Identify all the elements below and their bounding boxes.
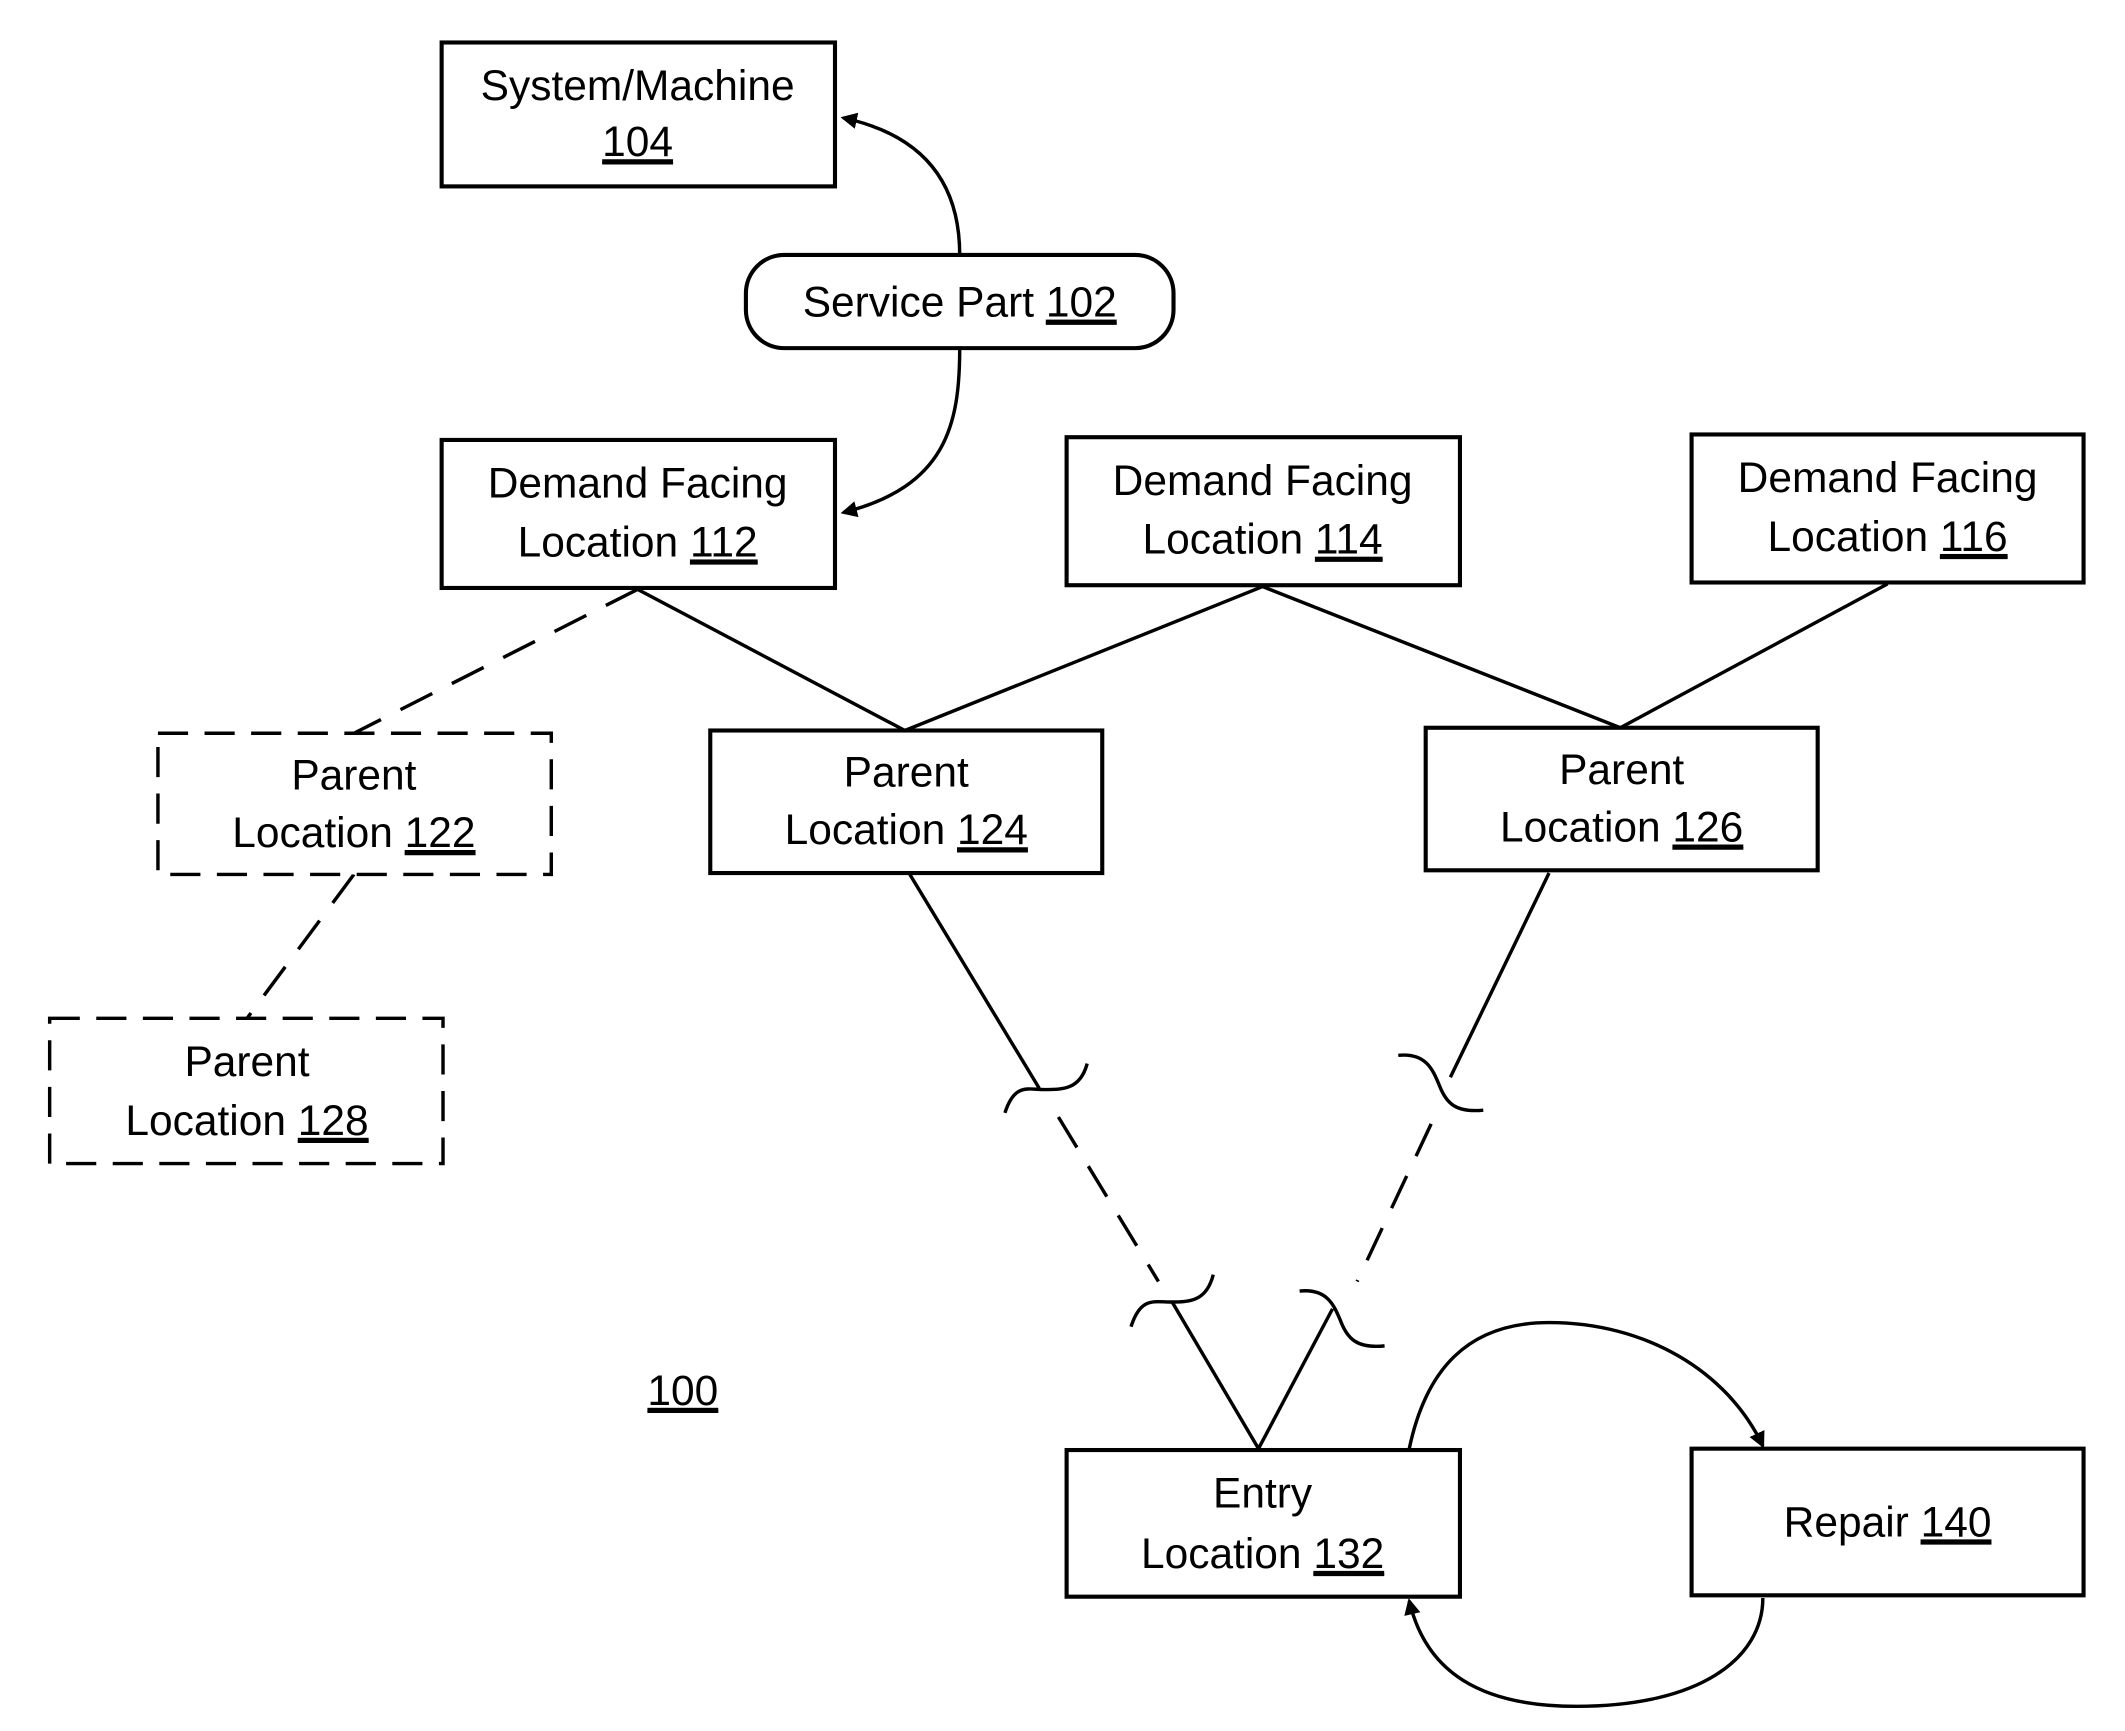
df112-line1: Demand Facing: [488, 461, 788, 508]
break-symbol-126-lower: [1299, 1289, 1385, 1349]
p124-line1: Parent: [844, 750, 969, 797]
system-machine-label: System/Machine: [481, 63, 795, 110]
arrow-service-part-to-df112: [840, 348, 962, 518]
df114-line2: Location 114: [1143, 517, 1383, 564]
p124-line2: Location 124: [785, 807, 1028, 854]
node-entry-132: Entry Location 132: [1064, 1447, 1463, 1599]
link-124-break: [907, 872, 1041, 1090]
repair140-label: Repair 140: [1784, 1499, 1992, 1546]
node-parent-128: Parent Location 128: [47, 1016, 445, 1166]
node-repair-140: Repair 140: [1689, 1446, 2086, 1598]
arrow-repair-to-entry: [1404, 1598, 1765, 1709]
df114-line1: Demand Facing: [1113, 458, 1413, 505]
p122-line1: Parent: [291, 752, 416, 799]
df112-line2: Location 112: [518, 519, 758, 566]
link-114-126: [1261, 585, 1621, 730]
link-break-132-left: [1170, 1301, 1260, 1450]
p122-line2: Location 122: [232, 810, 475, 857]
node-service-part: Service Part 102: [743, 252, 1176, 351]
df116-line1: Demand Facing: [1738, 455, 2038, 502]
node-parent-126: Parent Location 126: [1423, 725, 1820, 873]
break-symbol-124-upper: [1003, 1063, 1089, 1114]
dashed-link-124-132: [1056, 1116, 1160, 1283]
p126-line2: Location 126: [1500, 805, 1743, 852]
p128-line2: Location 128: [125, 1098, 368, 1145]
dashed-link-126-132: [1355, 1123, 1433, 1283]
break-symbol-126-upper: [1398, 1053, 1484, 1113]
df116-line2: Location 116: [1768, 514, 2008, 561]
node-demand-facing-112: Demand Facing Location 112: [439, 437, 838, 591]
entry132-line1: Entry: [1213, 1471, 1313, 1518]
link-126-break: [1448, 872, 1551, 1078]
node-demand-facing-114: Demand Facing Location 114: [1064, 435, 1463, 588]
system-machine-ref: 104: [602, 119, 673, 166]
dashed-link-112-122: [353, 587, 639, 735]
link-116-126: [1619, 582, 1889, 730]
arrow-entry-to-repair: [1407, 1320, 1765, 1450]
p126-line1: Parent: [1559, 747, 1684, 794]
node-system-machine: System/Machine 104: [439, 40, 838, 189]
link-114-124: [904, 585, 1264, 733]
link-break-132-right: [1256, 1308, 1335, 1450]
p128-line1: Parent: [184, 1039, 309, 1086]
arrow-service-part-to-system: [840, 112, 962, 255]
node-parent-122: Parent Location 122: [156, 731, 553, 877]
service-parts-network-diagram: System/Machine 104 Service Part 102 Dema…: [47, 40, 2086, 1709]
figure-reference-number: 100: [647, 1368, 718, 1415]
link-112-124: [636, 587, 906, 733]
service-part-label: Service Part 102: [803, 280, 1117, 327]
node-parent-124: Parent Location 124: [708, 728, 1105, 876]
entry132-line2: Location 132: [1141, 1531, 1384, 1578]
node-demand-facing-116: Demand Facing Location 116: [1689, 432, 2086, 585]
break-symbol-124-lower: [1129, 1274, 1215, 1328]
dashed-link-122-128: [245, 873, 356, 1020]
